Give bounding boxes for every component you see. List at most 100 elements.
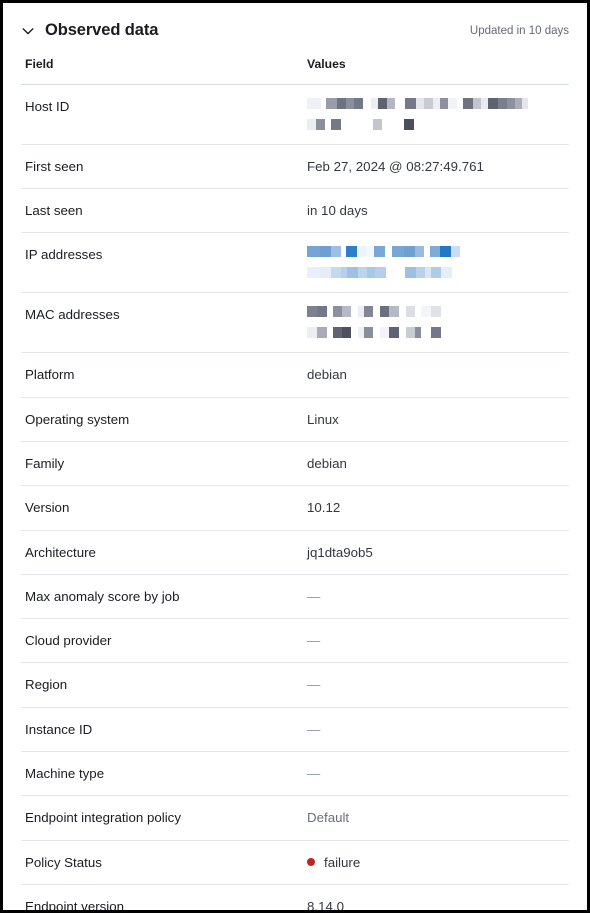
redaction-block [507, 97, 515, 109]
redaction-block [421, 306, 431, 318]
table-row: Architecture jq1dta9ob5 [21, 531, 569, 575]
empty-value: — [307, 721, 321, 737]
redaction-block [481, 97, 488, 109]
field-value: — [303, 708, 569, 751]
redaction-block [333, 306, 342, 318]
redaction-block [320, 246, 331, 258]
redacted-value [307, 97, 569, 130]
redaction-block [331, 118, 341, 130]
redaction-block [424, 97, 433, 109]
redaction-block [452, 267, 461, 279]
redaction-block [331, 267, 341, 279]
table-rows: Host ID First seen Feb 27, 2024 @ 08:27:49… [21, 85, 569, 913]
table-row: Endpoint integration policy Default [21, 796, 569, 841]
panel-title-group[interactable]: Observed data [21, 22, 158, 39]
redaction-block [364, 306, 373, 318]
table-row: Cloud provider — [21, 619, 569, 664]
redaction-block [404, 118, 414, 130]
redaction-block [357, 246, 366, 258]
redaction-block [326, 97, 337, 109]
table-row: Policy Status failure [21, 841, 569, 885]
field-label: Endpoint version [25, 898, 125, 913]
table-row: Family debian [21, 442, 569, 487]
field-label: Endpoint integration policy [25, 810, 181, 826]
redaction-block [351, 306, 358, 318]
redaction-block [441, 267, 452, 279]
redaction-block [416, 267, 425, 279]
redaction-block [430, 246, 440, 258]
field-label: Family [25, 455, 65, 471]
observed-data-table: Field Values Host ID First seen Feb 27, 20… [21, 45, 569, 913]
redaction-block [375, 267, 386, 279]
redaction-block [473, 97, 481, 109]
table-row: Machine type — [21, 752, 569, 797]
redaction-block [431, 327, 441, 339]
empty-value: — [307, 765, 321, 781]
redaction-block [367, 267, 375, 279]
redaction-line [307, 306, 569, 318]
table-row: MAC addresses [21, 293, 569, 354]
redaction-block [331, 246, 341, 258]
empty-value: — [307, 588, 321, 604]
table-row: IP addresses [21, 233, 569, 294]
redaction-block [406, 327, 415, 339]
redaction-block [364, 327, 373, 339]
field-label: Architecture [25, 544, 96, 560]
redaction-block [392, 246, 404, 258]
table-row: Version 10.12 [21, 486, 569, 531]
redaction-block [440, 246, 451, 258]
redaction-block [382, 118, 404, 130]
field-value: debian [307, 367, 347, 383]
table-row: Region — [21, 663, 569, 708]
redaction-block [406, 306, 415, 318]
redaction-block [451, 246, 460, 258]
redaction-block [307, 246, 320, 258]
redaction-block [404, 246, 415, 258]
redaction-block [307, 306, 317, 318]
redaction-block [373, 118, 382, 130]
redaction-block [488, 97, 498, 109]
table-row: First seen Feb 27, 2024 @ 08:27:49.761 [21, 145, 569, 190]
redaction-block [380, 306, 389, 318]
table-row: Host ID [21, 85, 569, 145]
redaction-block [421, 327, 431, 339]
field-label: Version [25, 500, 70, 516]
chevron-down-icon[interactable] [21, 24, 35, 38]
field-value: — [303, 663, 569, 706]
redaction-line [307, 327, 569, 339]
empty-value: — [307, 677, 321, 693]
redaction-block [316, 118, 325, 130]
table-header-row: Field Values [21, 45, 569, 85]
redaction-block [522, 97, 528, 109]
redaction-block [337, 97, 346, 109]
redaction-block [358, 267, 367, 279]
field-label: Operating system [25, 411, 130, 427]
redaction-block [405, 267, 416, 279]
redaction-block [440, 97, 448, 109]
field-value: 10.12 [307, 500, 341, 516]
field-label: MAC addresses [25, 307, 120, 323]
field-value: jq1dta9ob5 [307, 544, 373, 560]
table-row: Operating system Linux [21, 398, 569, 442]
redaction-block [371, 97, 378, 109]
field-value: debian [307, 455, 347, 471]
redaction-block [415, 246, 424, 258]
field-label: Instance ID [25, 721, 93, 737]
redaction-block [363, 97, 371, 109]
redaction-block [378, 97, 387, 109]
redaction-block [416, 97, 424, 109]
table-row: Max anomaly score by job — [21, 575, 569, 620]
field-value: failure [303, 841, 569, 884]
redaction-block [498, 97, 507, 109]
redaction-block [351, 327, 358, 339]
redaction-block [431, 267, 441, 279]
field-label: Machine type [25, 765, 105, 781]
field-label: Cloud provider [25, 633, 112, 649]
table-row: Last seen in 10 days [21, 189, 569, 234]
redaction-block [373, 306, 380, 318]
field-value [303, 233, 569, 292]
redaction-block [463, 97, 473, 109]
redaction-block [346, 246, 357, 258]
field-value: in 10 days [307, 203, 368, 219]
redaction-block [380, 327, 389, 339]
